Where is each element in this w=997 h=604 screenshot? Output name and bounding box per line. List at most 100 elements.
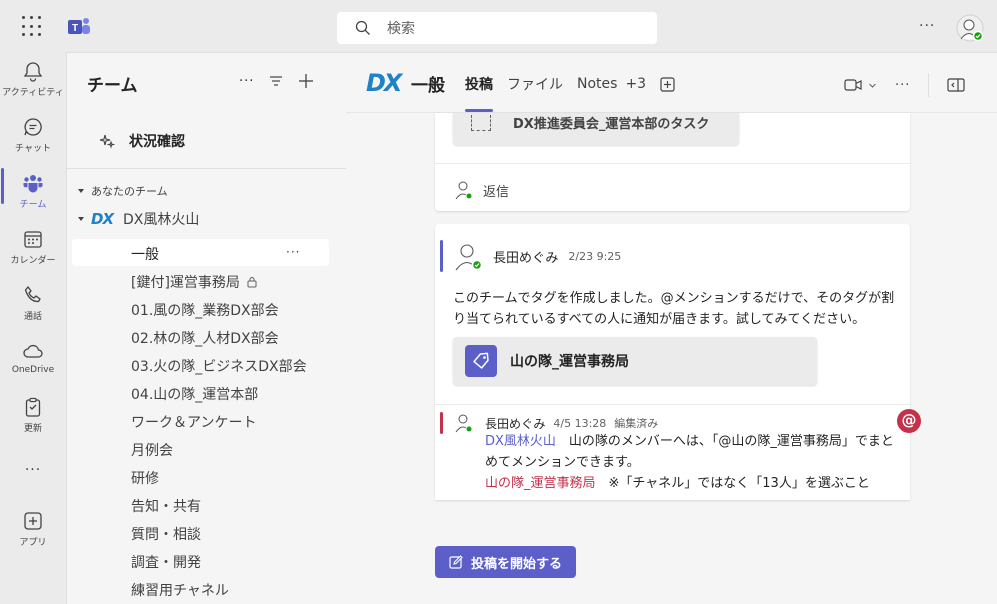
post-body: このチームでタグを作成しました。@メンションするだけで、そのタグが割り当てられて… (453, 291, 895, 327)
tag-icon (465, 345, 497, 377)
channel-header: DX 一般 投稿 ファイル Notes +3 ··· (346, 53, 997, 113)
team-logo: DX (91, 210, 114, 228)
panel-more-button[interactable]: ··· (239, 74, 254, 89)
cloud-icon (23, 344, 43, 358)
divider (67, 168, 347, 169)
bell-icon (23, 62, 43, 82)
tab-posts[interactable]: 投稿 (465, 74, 493, 112)
teams-icon (23, 175, 43, 193)
channel-item[interactable]: 04.山の隊_運営本部 (131, 384, 258, 404)
info-panel-icon[interactable] (947, 77, 966, 93)
rail-more-button[interactable]: ··· (0, 462, 66, 478)
task-title: DX推進委員会_運営本部のタスク (513, 117, 710, 132)
avatar[interactable] (956, 14, 984, 42)
post-header: 長田めぐみ 2/23 9:25 (453, 241, 621, 271)
search-icon (355, 20, 370, 35)
add-tab-icon[interactable] (660, 76, 675, 92)
channel-title: 一般 (411, 76, 445, 96)
reply-header: 長田めぐみ 4/5 13:28 編集済み (455, 413, 658, 433)
channel-item[interactable]: 告知・共有 (131, 496, 201, 516)
rail-item-onedrive[interactable]: OneDrive (0, 340, 66, 375)
channel-item[interactable]: 月例会 (131, 440, 173, 460)
apps-icon (24, 512, 42, 530)
channel-item[interactable]: 質問・相談 (131, 524, 201, 544)
chevron-down-icon (869, 83, 876, 88)
add-icon[interactable] (298, 73, 314, 89)
reply-button[interactable]: 返信 (455, 180, 509, 200)
rail-item-apps[interactable]: アプリ (0, 510, 66, 548)
top-more-button[interactable]: ··· (919, 18, 935, 34)
avatar[interactable] (455, 413, 473, 433)
top-bar: T 検索 ··· (0, 0, 997, 52)
team-logo: DX (366, 69, 402, 97)
phone-icon (24, 286, 41, 303)
channel-general[interactable]: 一般 (131, 244, 159, 264)
teams-panel: チーム ··· 状況確認 あなたのチーム DX DX風林火山 一般 ··· [鍵… (66, 52, 347, 604)
svg-text:T: T (72, 23, 78, 34)
tab-files[interactable]: ファイル (507, 74, 563, 94)
avatar (455, 181, 473, 200)
rail-item-calls[interactable]: 通話 (0, 284, 66, 322)
team-item[interactable]: DX DX風林火山 (77, 209, 199, 229)
video-icon (844, 79, 862, 91)
more-icon: ··· (24, 462, 42, 478)
search-box[interactable]: 検索 (337, 12, 657, 44)
your-teams-header[interactable]: あなたのチーム (77, 183, 168, 199)
clipboard-icon (25, 397, 41, 417)
compose-icon (449, 555, 463, 569)
rail-item-teams[interactable]: チーム (0, 172, 66, 210)
reply-body: DX風林火山 山の隊のメンバーへは、「@山の隊_運営事務局」でまとめてメンション… (485, 431, 905, 494)
tag-card[interactable]: 山の隊_運営事務局 (453, 337, 817, 385)
tag-mention[interactable]: 山の隊_運営事務局 (485, 476, 596, 491)
tab-more-count[interactable]: +3 (625, 76, 646, 92)
sparkle-icon (99, 134, 115, 149)
task-card[interactable]: DX推進委員会_運営本部のタスク (453, 113, 739, 145)
task-icon (471, 115, 491, 131)
start-post-button[interactable]: 投稿を開始する (435, 546, 576, 578)
divider (435, 163, 910, 164)
reply-text: ※「チャネル」ではなく「13人」を選ぶこと (595, 476, 870, 491)
filter-icon[interactable] (268, 73, 284, 89)
meet-button[interactable] (844, 78, 877, 92)
chat-icon (24, 118, 42, 136)
channel-item[interactable]: 調査・開発 (131, 552, 201, 572)
app-launcher-icon[interactable] (22, 16, 44, 38)
channel-item[interactable]: 02.林の隊_人材DX部会 (131, 328, 279, 348)
channel-more-button[interactable]: ··· (286, 245, 300, 259)
tab-notes[interactable]: Notes (577, 76, 617, 92)
post-card: DX推進委員会_運営本部のタスク 返信 (435, 113, 910, 211)
divider (435, 404, 910, 405)
channel-item[interactable]: 01.風の隊_業務DX部会 (131, 300, 279, 320)
header-more-button[interactable]: ··· (895, 78, 910, 93)
teams-logo-icon: T (68, 18, 90, 34)
post-card: 長田めぐみ 2/23 9:25 このチームでタグを作成しました。@メンションする… (435, 224, 910, 500)
reply-timestamp: 4/5 13:28 (553, 416, 607, 430)
team-name: DX風林火山 (123, 212, 200, 228)
channel-item[interactable]: 研修 (131, 468, 159, 488)
channel-item[interactable]: 練習用チャネル (131, 580, 229, 600)
rail-item-calendar[interactable]: カレンダー (0, 228, 66, 266)
reply-author[interactable]: 長田めぐみ (485, 415, 545, 432)
tag-name: 山の隊_運営事務局 (510, 354, 629, 370)
panel-toolbar: ··· (239, 73, 314, 89)
channel-item[interactable]: ワーク＆アンケート (131, 412, 256, 432)
channel-tabs: 投稿 ファイル Notes +3 (465, 74, 675, 112)
avatar[interactable] (453, 241, 483, 271)
rail-item-chat[interactable]: チャット (0, 116, 66, 154)
reply-edited-label: 編集済み (614, 417, 659, 430)
channel-item[interactable]: [鍵付]運営事務局 (131, 272, 258, 292)
team-mention[interactable]: DX風林火山 (485, 434, 556, 449)
channel-view: DX 一般 投稿 ファイル Notes +3 ··· DX推進委員会_運営本部の… (346, 52, 997, 604)
caret-down-icon (78, 189, 84, 193)
channel-item[interactable]: 03.火の隊_ビジネスDX部会 (131, 356, 307, 376)
rail-item-updates[interactable]: 更新 (0, 396, 66, 434)
app-rail: アクティビティ チャット チーム カレンダー 通話 OneDrive 更新 ··… (0, 52, 66, 604)
status-check-item[interactable]: 状況確認 (99, 131, 185, 151)
caret-down-icon (78, 217, 84, 221)
post-author[interactable]: 長田めぐみ (493, 247, 558, 266)
calendar-icon (24, 231, 42, 248)
search-placeholder: 検索 (387, 21, 415, 37)
header-actions: ··· (844, 73, 966, 97)
rail-item-activity[interactable]: アクティビティ (0, 60, 66, 98)
lock-icon (247, 277, 257, 288)
